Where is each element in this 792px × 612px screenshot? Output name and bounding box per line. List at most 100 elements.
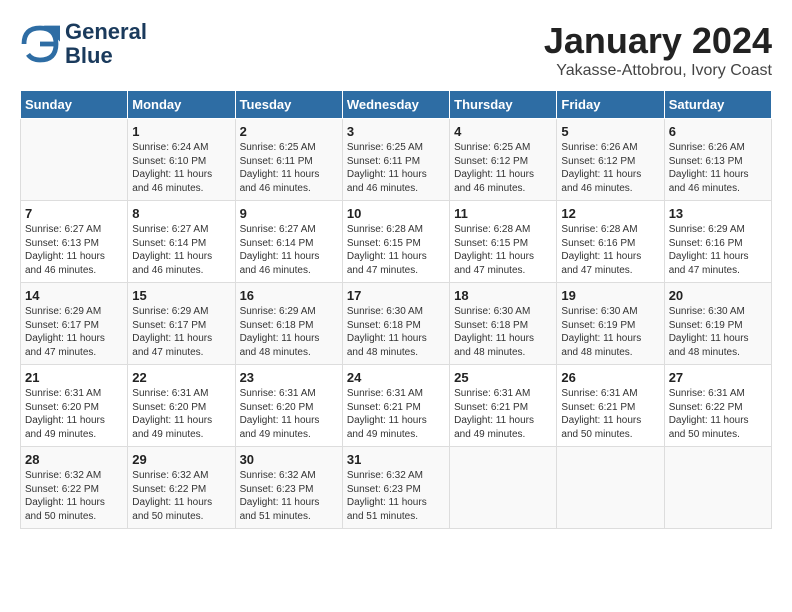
header-day-wednesday: Wednesday [342, 91, 449, 119]
day-number: 27 [669, 370, 767, 385]
day-number: 2 [240, 124, 338, 139]
cell-info: Sunrise: 6:27 AMSunset: 6:13 PMDaylight:… [25, 223, 123, 277]
day-number: 26 [561, 370, 659, 385]
cell-info: Sunrise: 6:30 AMSunset: 6:18 PMDaylight:… [347, 305, 445, 359]
calendar-cell: 19 Sunrise: 6:30 AMSunset: 6:19 PMDayligh… [557, 283, 664, 365]
calendar-cell: 5Sunrise: 6:26 AMSunset: 6:12 PMDaylight… [557, 119, 664, 201]
header-day-monday: Monday [128, 91, 235, 119]
day-number: 22 [132, 370, 230, 385]
day-number: 21 [25, 370, 123, 385]
header-day-tuesday: Tuesday [235, 91, 342, 119]
cell-info: Sunrise: 6:31 AMSunset: 6:22 PMDaylight:… [669, 387, 767, 441]
day-number: 18 [454, 288, 552, 303]
cell-info: Sunrise: 6:28 AMSunset: 6:16 PMDaylight:… [561, 223, 659, 277]
cell-info: Sunrise: 6:32 AMSunset: 6:22 PMDaylight:… [25, 469, 123, 523]
cell-info: Sunrise: 6:32 AMSunset: 6:23 PMDaylight:… [347, 469, 445, 523]
calendar-cell: 10Sunrise: 6:28 AMSunset: 6:15 PMDayligh… [342, 201, 449, 283]
calendar-cell: 2 Sunrise: 6:25 AMSunset: 6:11 PMDaylight… [235, 119, 342, 201]
week-row-4: 21 Sunrise: 6:31 AMSunset: 6:20 PMDayligh… [21, 365, 772, 447]
day-number: 28 [25, 452, 123, 467]
cell-info: Sunrise: 6:31 AMSunset: 6:21 PMDaylight:… [561, 387, 659, 441]
calendar-cell: 9 Sunrise: 6:27 AMSunset: 6:14 PMDaylight… [235, 201, 342, 283]
day-number: 29 [132, 452, 230, 467]
header-day-thursday: Thursday [450, 91, 557, 119]
calendar-cell: 14 Sunrise: 6:29 AMSunset: 6:17 PMDayligh… [21, 283, 128, 365]
calendar-cell: 15 Sunrise: 6:29 AMSunset: 6:17 PMDayligh… [128, 283, 235, 365]
calendar-cell: 12 Sunrise: 6:28 AMSunset: 6:16 PMDayligh… [557, 201, 664, 283]
cell-info: Sunrise: 6:30 AMSunset: 6:18 PMDaylight:… [454, 305, 552, 359]
calendar-cell: 17 Sunrise: 6:30 AMSunset: 6:18 PMDayligh… [342, 283, 449, 365]
day-number: 15 [132, 288, 230, 303]
location-subtitle: Yakasse-Attobrou, Ivory Coast [544, 62, 772, 80]
day-number: 7 [25, 206, 123, 221]
page-header: General Blue January 2024 Yakasse-Attobr… [20, 20, 772, 80]
day-number: 1 [132, 124, 230, 139]
day-number: 11 [454, 206, 552, 221]
month-title: January 2024 [544, 20, 772, 62]
cell-info: Sunrise: 6:25 AMSunset: 6:12 PMDaylight:… [454, 141, 552, 195]
cell-info: Sunrise: 6:29 AMSunset: 6:17 PMDaylight:… [25, 305, 123, 359]
day-number: 19 [561, 288, 659, 303]
header-row: SundayMondayTuesdayWednesdayThursdayFrid… [21, 91, 772, 119]
cell-info: Sunrise: 6:31 AMSunset: 6:21 PMDaylight:… [347, 387, 445, 441]
day-number: 23 [240, 370, 338, 385]
week-row-3: 14 Sunrise: 6:29 AMSunset: 6:17 PMDayligh… [21, 283, 772, 365]
cell-info: Sunrise: 6:27 AMSunset: 6:14 PMDaylight:… [132, 223, 230, 277]
calendar-cell [557, 447, 664, 529]
calendar-cell: 27 Sunrise: 6:31 AMSunset: 6:22 PMDayligh… [664, 365, 771, 447]
day-number: 9 [240, 206, 338, 221]
calendar-cell: 3Sunrise: 6:25 AMSunset: 6:11 PMDaylight… [342, 119, 449, 201]
day-number: 31 [347, 452, 445, 467]
cell-info: Sunrise: 6:29 AMSunset: 6:16 PMDaylight:… [669, 223, 767, 277]
cell-info: Sunrise: 6:28 AMSunset: 6:15 PMDaylight:… [454, 223, 552, 277]
cell-info: Sunrise: 6:30 AMSunset: 6:19 PMDaylight:… [561, 305, 659, 359]
cell-info: Sunrise: 6:32 AMSunset: 6:23 PMDaylight:… [240, 469, 338, 523]
cell-info: Sunrise: 6:24 AMSunset: 6:10 PMDaylight:… [132, 141, 230, 195]
logo-icon [20, 24, 60, 64]
calendar-cell: 7 Sunrise: 6:27 AMSunset: 6:13 PMDaylight… [21, 201, 128, 283]
calendar-cell: 28 Sunrise: 6:32 AMSunset: 6:22 PMDayligh… [21, 447, 128, 529]
header-day-saturday: Saturday [664, 91, 771, 119]
calendar-cell: 13 Sunrise: 6:29 AMSunset: 6:16 PMDayligh… [664, 201, 771, 283]
title-block: January 2024 Yakasse-Attobrou, Ivory Coa… [544, 20, 772, 80]
day-number: 13 [669, 206, 767, 221]
day-number: 14 [25, 288, 123, 303]
cell-info: Sunrise: 6:29 AMSunset: 6:17 PMDaylight:… [132, 305, 230, 359]
day-number: 24 [347, 370, 445, 385]
calendar-cell: 20 Sunrise: 6:30 AMSunset: 6:19 PMDayligh… [664, 283, 771, 365]
calendar-cell: 25 Sunrise: 6:31 AMSunset: 6:21 PMDayligh… [450, 365, 557, 447]
header-day-friday: Friday [557, 91, 664, 119]
week-row-1: 1 Sunrise: 6:24 AMSunset: 6:10 PMDaylight… [21, 119, 772, 201]
calendar-cell: 11 Sunrise: 6:28 AMSunset: 6:15 PMDayligh… [450, 201, 557, 283]
day-number: 16 [240, 288, 338, 303]
day-number: 4 [454, 124, 552, 139]
cell-info: Sunrise: 6:31 AMSunset: 6:20 PMDaylight:… [25, 387, 123, 441]
cell-info: Sunrise: 6:30 AMSunset: 6:19 PMDaylight:… [669, 305, 767, 359]
cell-info: Sunrise: 6:25 AMSunset: 6:11 PMDaylight:… [347, 141, 445, 195]
cell-info: Sunrise: 6:31 AMSunset: 6:21 PMDaylight:… [454, 387, 552, 441]
cell-info: Sunrise: 6:28 AMSunset: 6:15 PMDaylight:… [347, 223, 445, 277]
cell-info: Sunrise: 6:29 AMSunset: 6:18 PMDaylight:… [240, 305, 338, 359]
day-number: 12 [561, 206, 659, 221]
week-row-5: 28 Sunrise: 6:32 AMSunset: 6:22 PMDayligh… [21, 447, 772, 529]
calendar-cell: 21 Sunrise: 6:31 AMSunset: 6:20 PMDayligh… [21, 365, 128, 447]
calendar-cell [21, 119, 128, 201]
calendar-cell: 29Sunrise: 6:32 AMSunset: 6:22 PMDayligh… [128, 447, 235, 529]
calendar-cell: 23Sunrise: 6:31 AMSunset: 6:20 PMDayligh… [235, 365, 342, 447]
day-number: 17 [347, 288, 445, 303]
day-number: 6 [669, 124, 767, 139]
calendar-cell: 18 Sunrise: 6:30 AMSunset: 6:18 PMDayligh… [450, 283, 557, 365]
day-number: 20 [669, 288, 767, 303]
cell-info: Sunrise: 6:27 AMSunset: 6:14 PMDaylight:… [240, 223, 338, 277]
cell-info: Sunrise: 6:25 AMSunset: 6:11 PMDaylight:… [240, 141, 338, 195]
calendar-cell: 4 Sunrise: 6:25 AMSunset: 6:12 PMDaylight… [450, 119, 557, 201]
day-number: 25 [454, 370, 552, 385]
cell-info: Sunrise: 6:31 AMSunset: 6:20 PMDaylight:… [132, 387, 230, 441]
cell-info: Sunrise: 6:26 AMSunset: 6:13 PMDaylight:… [669, 141, 767, 195]
calendar-cell: 22 Sunrise: 6:31 AMSunset: 6:20 PMDayligh… [128, 365, 235, 447]
calendar-cell: 6 Sunrise: 6:26 AMSunset: 6:13 PMDaylight… [664, 119, 771, 201]
calendar-cell: 16 Sunrise: 6:29 AMSunset: 6:18 PMDayligh… [235, 283, 342, 365]
header-day-sunday: Sunday [21, 91, 128, 119]
cell-info: Sunrise: 6:26 AMSunset: 6:12 PMDaylight:… [561, 141, 659, 195]
calendar-cell: 31 Sunrise: 6:32 AMSunset: 6:23 PMDayligh… [342, 447, 449, 529]
